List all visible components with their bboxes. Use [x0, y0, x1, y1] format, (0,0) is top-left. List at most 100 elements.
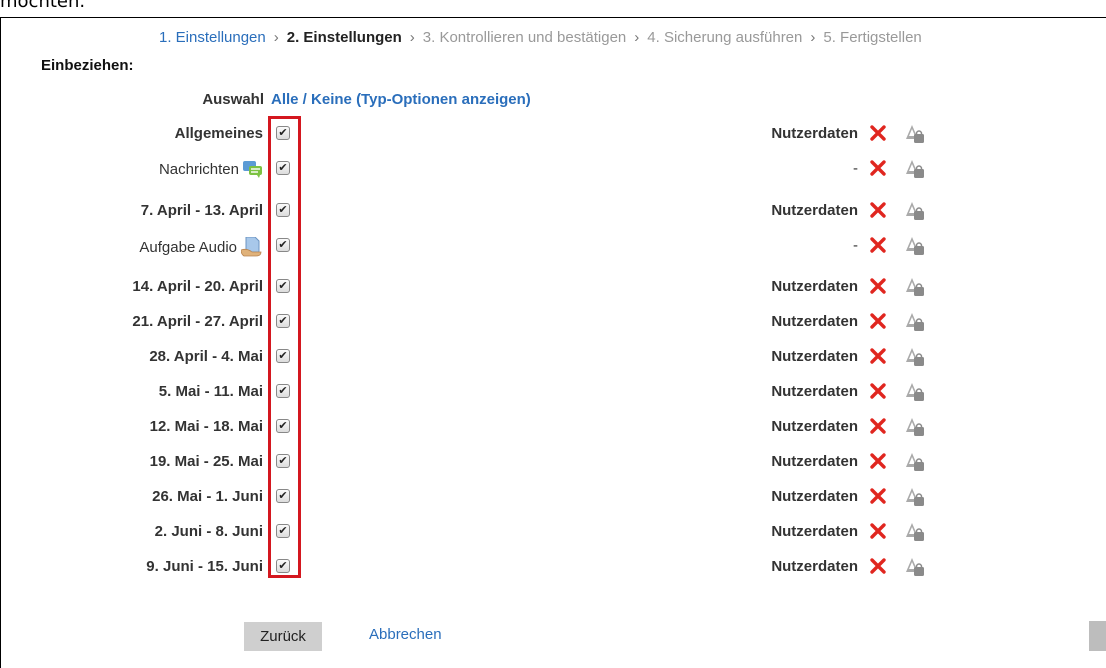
userdata-label: Nutzerdaten	[771, 488, 858, 505]
userdata-label: Nutzerdaten	[771, 453, 858, 470]
locked-user-data-icon	[906, 557, 924, 577]
breadcrumb-step-1[interactable]: 1. Einstellungen	[159, 29, 266, 46]
next-button[interactable]	[1089, 621, 1106, 651]
userdata-label: Nutzerdaten	[771, 313, 858, 330]
locked-user-data-icon	[906, 277, 924, 297]
select-none-link[interactable]: Keine	[311, 91, 352, 108]
row-label: 5. Mai - 11. Mai	[159, 383, 263, 400]
selector-slash: /	[298, 91, 312, 108]
locked-user-data-icon	[906, 236, 924, 256]
breadcrumb-step-5: 5. Fertigstellen	[823, 29, 922, 46]
userdata-label: Nutzerdaten	[771, 278, 858, 295]
red-x-icon[interactable]	[869, 277, 887, 295]
include-row: Aufgabe Audio ✔ -	[0, 235, 1106, 259]
include-row: 26. Mai - 1. Juni ✔ Nutzerdaten	[0, 486, 1106, 510]
row-label: Nachrichten	[158, 160, 263, 179]
row-label: 28. April - 4. Mai	[149, 348, 263, 365]
breadcrumb-step-2: 2. Einstellungen	[286, 29, 402, 46]
locked-user-data-icon	[906, 347, 924, 367]
forum-icon	[243, 160, 263, 179]
include-row: 28. April - 4. Mai ✔ Nutzerdaten	[0, 346, 1106, 370]
row-label: 21. April - 27. April	[132, 313, 263, 330]
row-label-text: Allgemeines	[174, 125, 263, 142]
userdata-label: -	[853, 237, 858, 254]
row-label-text: 21. April - 27. April	[132, 313, 263, 330]
locked-user-data-icon	[906, 382, 924, 402]
row-label-text: Nachrichten	[158, 160, 239, 178]
row-label-text: Aufgabe Audio	[139, 238, 237, 256]
row-label-text: 26. Mai - 1. Juni	[152, 488, 263, 505]
row-label: Allgemeines	[175, 125, 263, 142]
breadcrumb-step-4: 4. Sicherung ausführen	[647, 29, 803, 46]
include-row: 2. Juni - 8. Juni ✔ Nutzerdaten	[0, 521, 1106, 545]
include-row: Allgemeines ✔ Nutzerdaten	[0, 123, 1106, 147]
row-label: 19. Mai - 25. Mai	[150, 453, 263, 470]
userdata-label: Nutzerdaten	[771, 348, 858, 365]
row-label: 26. Mai - 1. Juni	[152, 488, 263, 505]
breadcrumb-separator: ›	[273, 29, 279, 46]
userdata-label: Nutzerdaten	[771, 383, 858, 400]
userdata-label: -	[853, 160, 858, 177]
include-row: Nachrichten ✔ -	[0, 158, 1106, 182]
breadcrumb: 1. Einstellungen › 2. Einstellungen › 3. Kon…	[159, 29, 922, 46]
userdata-label: Nutzerdaten	[771, 202, 858, 219]
back-button[interactable]: Zurück	[244, 622, 322, 651]
red-x-icon[interactable]	[869, 487, 887, 505]
selector-label: Auswahl	[202, 91, 264, 108]
red-x-icon[interactable]	[869, 452, 887, 470]
red-x-icon[interactable]	[869, 347, 887, 365]
cancel-link[interactable]: Abbrechen	[369, 626, 442, 643]
breadcrumb-step-3: 3. Kontrollieren und bestätigen	[422, 29, 627, 46]
include-row: 5. Mai - 11. Mai ✔ Nutzerdaten	[0, 381, 1106, 405]
row-label: 2. Juni - 8. Juni	[155, 523, 263, 540]
locked-user-data-icon	[906, 159, 924, 179]
locked-user-data-icon	[906, 452, 924, 472]
red-x-icon[interactable]	[869, 522, 887, 540]
locked-user-data-icon	[906, 487, 924, 507]
red-x-icon[interactable]	[869, 312, 887, 330]
userdata-label: Nutzerdaten	[771, 418, 858, 435]
red-x-icon[interactable]	[869, 382, 887, 400]
row-label-text: 5. Mai - 11. Mai	[158, 383, 263, 400]
row-label-text: 12. Mai - 18. Mai	[149, 418, 263, 435]
top-instruction-text: möchten.	[0, 0, 86, 12]
row-label: 14. April - 20. April	[132, 278, 263, 295]
breadcrumb-separator: ›	[810, 29, 816, 46]
locked-user-data-icon	[906, 201, 924, 221]
selector-links: Alle / Keine (Typ-Optionen anzeigen)	[271, 91, 531, 108]
red-x-icon[interactable]	[869, 201, 887, 219]
userdata-label: Nutzerdaten	[771, 558, 858, 575]
row-label-text: 14. April - 20. April	[132, 278, 263, 295]
include-row: 7. April - 13. April ✔ Nutzerdaten	[0, 200, 1106, 224]
locked-user-data-icon	[906, 417, 924, 437]
show-type-options-link[interactable]: (Typ-Optionen anzeigen)	[356, 91, 531, 108]
row-label-text: 9. Juni - 15. Juni	[146, 558, 263, 575]
row-label: Aufgabe Audio	[139, 237, 263, 257]
include-row: 12. Mai - 18. Mai ✔ Nutzerdaten	[0, 416, 1106, 440]
red-x-icon[interactable]	[869, 236, 887, 254]
include-row: 21. April - 27. April ✔ Nutzerdaten	[0, 311, 1106, 335]
selector-row: Auswahl Alle / Keine (Typ-Optionen anzei…	[0, 91, 1106, 113]
assignment-icon	[241, 237, 263, 257]
red-x-icon[interactable]	[869, 417, 887, 435]
include-row: 14. April - 20. April ✔ Nutzerdaten	[0, 276, 1106, 300]
red-x-icon[interactable]	[869, 557, 887, 575]
row-label-text: 19. Mai - 25. Mai	[149, 453, 263, 470]
locked-user-data-icon	[906, 312, 924, 332]
locked-user-data-icon	[906, 522, 924, 542]
row-label: 9. Juni - 15. Juni	[146, 558, 263, 575]
select-all-link[interactable]: Alle	[271, 91, 299, 108]
section-heading: Einbeziehen:	[41, 57, 134, 74]
locked-user-data-icon	[906, 124, 924, 144]
row-label-text: 28. April - 4. Mai	[149, 348, 263, 365]
row-label: 12. Mai - 18. Mai	[150, 418, 263, 435]
red-x-icon[interactable]	[869, 124, 887, 142]
red-x-icon[interactable]	[869, 159, 887, 177]
include-row: 9. Juni - 15. Juni ✔ Nutzerdaten	[0, 556, 1106, 580]
row-label-text: 2. Juni - 8. Juni	[154, 523, 263, 540]
userdata-label: Nutzerdaten	[771, 523, 858, 540]
breadcrumb-separator: ›	[409, 29, 415, 46]
breadcrumb-separator: ›	[634, 29, 640, 46]
row-label-text: 7. April - 13. April	[140, 202, 263, 219]
row-label: 7. April - 13. April	[141, 202, 263, 219]
